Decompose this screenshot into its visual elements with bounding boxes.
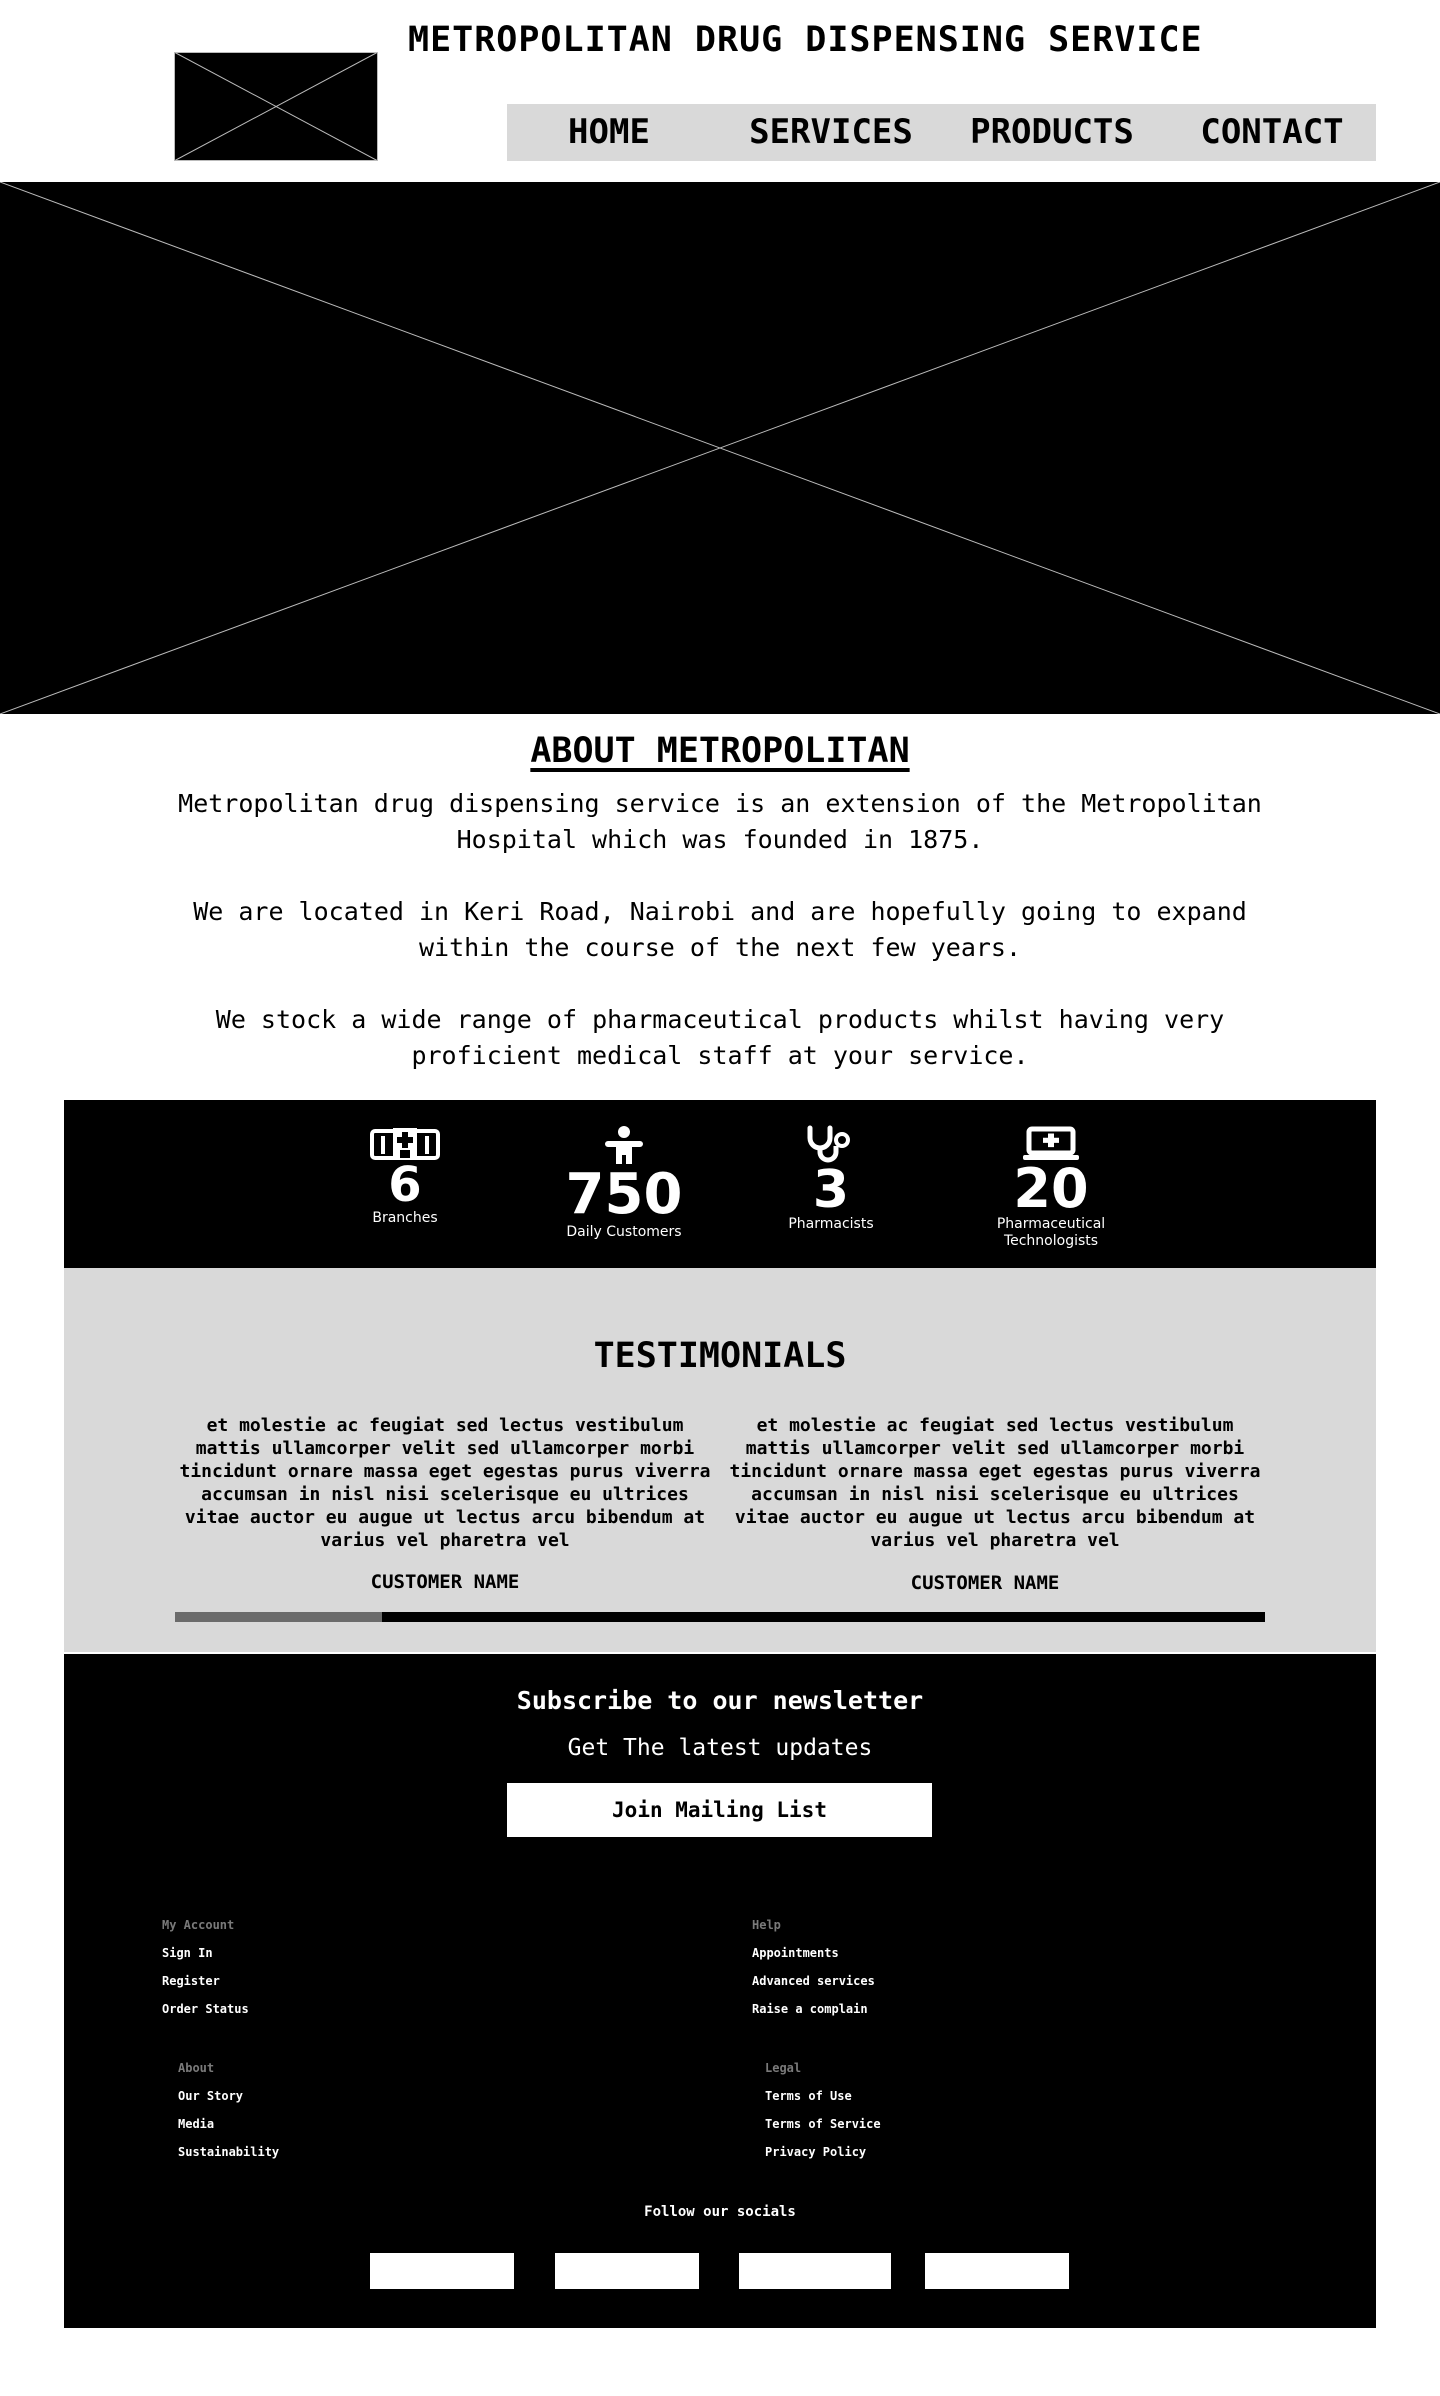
stat-label: Pharmaceutical Technologists [996, 1216, 1106, 1249]
join-mailing-list-button[interactable]: Join Mailing List [507, 1783, 932, 1837]
footer-link-appointments[interactable]: Appointments [752, 1946, 839, 1960]
stat-label: Branches [372, 1210, 438, 1226]
about-paragraph-2: We are located in Keri Road, Nairobi and… [193, 897, 1247, 962]
about-paragraph-3: We stock a wide range of pharmaceutical … [215, 1005, 1225, 1070]
social-link-2[interactable] [555, 2253, 699, 2289]
social-link-4[interactable] [925, 2253, 1069, 2289]
nav-contact[interactable]: CONTACT [1172, 104, 1372, 161]
stat-daily-customers: 750 Daily Customers [534, 1126, 714, 1241]
footer-link-raise-complain[interactable]: Raise a complain [752, 2002, 868, 2016]
follow-socials-label: Follow our socials [644, 2204, 796, 2220]
about-title-text: ABOUT METROPOLITAN [530, 731, 910, 771]
stat-label: Daily Customers [566, 1224, 682, 1240]
footer-link-order-status[interactable]: Order Status [162, 2002, 249, 2016]
nav-home[interactable]: HOME [509, 104, 709, 161]
footer-heading-legal: Legal [765, 2061, 802, 2075]
testimonial-slider-thumb[interactable] [175, 1612, 382, 1622]
footer-link-register[interactable]: Register [162, 1974, 220, 1988]
footer-heading-my-account: My Account [162, 1918, 235, 1932]
logo-placeholder[interactable] [174, 52, 378, 161]
main-nav: HOME SERVICES PRODUCTS CONTACT [507, 104, 1376, 161]
stat-pharmaceutical-technologists: 20 Pharmaceutical Technologists [961, 1126, 1141, 1250]
testimonial-quote: et molestie ac feugiat sed lectus vestib… [179, 1415, 711, 1551]
stat-value: 6 [388, 1157, 422, 1213]
about-paragraph-1: Metropolitan drug dispensing service is … [178, 789, 1262, 854]
testimonial-customer-name: CUSTOMER NAME [370, 1571, 520, 1593]
stat-label: Pharmacists [788, 1216, 874, 1232]
stat-branches: 6 Branches [315, 1126, 495, 1227]
hospital-icon [370, 1128, 440, 1160]
newsletter-subtitle: Get The latest updates [567, 1735, 873, 1761]
social-link-1[interactable] [370, 2253, 514, 2289]
stat-value: 750 [565, 1162, 683, 1227]
footer-link-privacy-policy[interactable]: Privacy Policy [765, 2145, 866, 2159]
nav-products[interactable]: PRODUCTS [952, 104, 1152, 161]
footer-link-advanced-services[interactable]: Advanced services [752, 1974, 875, 1988]
hero-image-placeholder [0, 182, 1440, 714]
footer-heading-help: Help [752, 1918, 781, 1932]
about-heading: ABOUT METROPOLITAN [0, 731, 1440, 771]
stats-band [64, 1100, 1376, 1268]
footer-link-terms-of-service[interactable]: Terms of Service [765, 2117, 881, 2131]
newsletter-title: Subscribe to our newsletter [516, 1686, 924, 1715]
stat-pharmacists: 3 Pharmacists [741, 1124, 921, 1233]
footer-link-media[interactable]: Media [178, 2117, 214, 2131]
nav-services[interactable]: SERVICES [731, 104, 931, 161]
footer-link-terms-of-use[interactable]: Terms of Use [765, 2089, 852, 2103]
footer-heading-about: About [178, 2061, 215, 2075]
stat-value: 20 [1013, 1157, 1089, 1220]
testimonial-quote: et molestie ac feugiat sed lectus vestib… [729, 1415, 1261, 1551]
social-link-3[interactable] [739, 2253, 891, 2289]
footer-link-our-story[interactable]: Our Story [178, 2089, 243, 2103]
footer-link-sustainability[interactable]: Sustainability [178, 2145, 279, 2159]
testimonials-heading: TESTIMONIALS [593, 1336, 847, 1376]
site-title: METROPOLITAN DRUG DISPENSING SERVICE [408, 20, 1203, 60]
person-icon [605, 1126, 643, 1164]
testimonial-customer-name: CUSTOMER NAME [910, 1572, 1060, 1594]
footer-link-sign-in[interactable]: Sign In [162, 1946, 213, 1960]
stethoscope-icon [807, 1125, 850, 1163]
stat-value: 3 [812, 1160, 850, 1220]
